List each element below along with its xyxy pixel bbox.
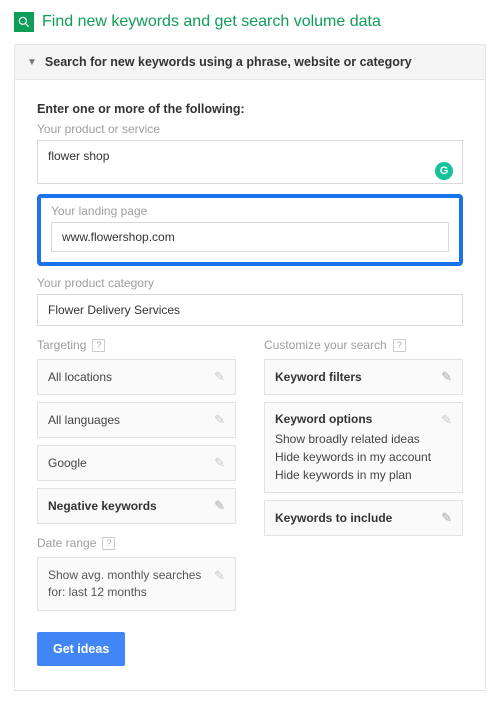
keyword-search-panel: ▼ Search for new keywords using a phrase… xyxy=(14,44,486,691)
pencil-icon: ✎ xyxy=(214,455,225,471)
help-icon[interactable]: ? xyxy=(92,339,105,352)
landing-label: Your landing page xyxy=(51,204,449,218)
form-prompt: Enter one or more of the following: xyxy=(37,102,463,116)
landing-page-input[interactable] xyxy=(51,222,449,252)
keywords-to-include[interactable]: Keywords to include ✎ xyxy=(264,500,463,536)
panel-title: Search for new keywords using a phrase, … xyxy=(45,55,412,69)
pencil-icon: ✎ xyxy=(214,369,225,385)
keyword-filters[interactable]: Keyword filters ✎ xyxy=(264,359,463,395)
category-label: Your product category xyxy=(37,276,463,290)
page-title: Find new keywords and get search volume … xyxy=(42,13,381,31)
landing-page-highlight: Your landing page xyxy=(37,194,463,266)
targeting-location[interactable]: All locations ✎ xyxy=(37,359,236,395)
panel-accordion-header[interactable]: ▼ Search for new keywords using a phrase… xyxy=(15,45,485,80)
targeting-language[interactable]: All languages ✎ xyxy=(37,402,236,438)
pencil-icon: ✎ xyxy=(214,412,225,428)
targeting-network[interactable]: Google ✎ xyxy=(37,445,236,481)
product-input[interactable] xyxy=(37,140,463,184)
help-icon[interactable]: ? xyxy=(393,339,406,352)
pencil-icon: ✎ xyxy=(214,567,225,585)
page-header: Find new keywords and get search volume … xyxy=(14,12,486,32)
targeting-title: Targeting ? xyxy=(37,338,236,352)
product-label: Your product or service xyxy=(37,122,463,136)
chevron-down-icon: ▼ xyxy=(27,57,37,68)
grammarly-icon[interactable]: G xyxy=(435,162,453,180)
pencil-icon: ✎ xyxy=(441,369,452,385)
date-range-selector[interactable]: Show avg. monthly searches for: last 12 … xyxy=(37,557,236,611)
date-range-title: Date range ? xyxy=(37,536,236,550)
targeting-negative-keywords[interactable]: Negative keywords ✎ xyxy=(37,488,236,524)
product-category-input[interactable] xyxy=(37,294,463,326)
search-icon xyxy=(14,12,34,32)
get-ideas-button[interactable]: Get ideas xyxy=(37,632,125,666)
help-icon[interactable]: ? xyxy=(102,537,115,550)
customize-title: Customize your search ? xyxy=(264,338,463,352)
keyword-options[interactable]: Keyword options Show broadly related ide… xyxy=(264,402,463,493)
pencil-icon: ✎ xyxy=(441,412,452,428)
pencil-icon: ✎ xyxy=(441,510,452,526)
pencil-icon: ✎ xyxy=(214,498,225,514)
